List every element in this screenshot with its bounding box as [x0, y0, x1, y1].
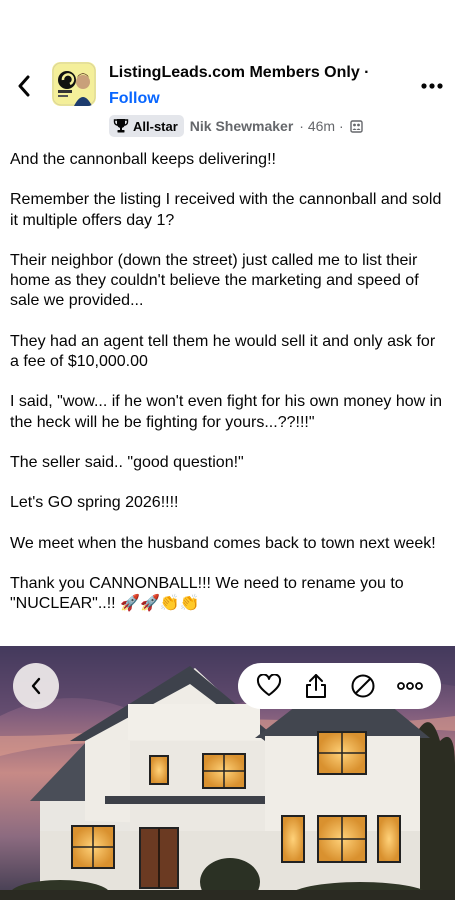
block-button[interactable] [347, 670, 379, 702]
all-star-badge[interactable]: All-star [109, 115, 184, 137]
post-paragraph: The seller said.. "good question!" [10, 453, 244, 471]
photo-back-button[interactable] [13, 663, 59, 709]
post-paragraph: Let's GO spring 2026!!!! [10, 494, 179, 512]
like-button[interactable] [253, 670, 285, 702]
chevron-left-icon [31, 677, 41, 695]
group-audience-icon [349, 119, 363, 133]
author-name[interactable]: Nik Shewmaker [190, 118, 294, 134]
group-logo-image [52, 62, 96, 106]
follow-button[interactable]: Follow [109, 90, 160, 108]
badge-label: All-star [133, 118, 178, 134]
post-paragraph: Remember the listing I received with the… [10, 191, 446, 229]
group-name[interactable]: ListingLeads.com Members Only · [109, 64, 370, 82]
post-paragraph: Thank you CANNONBALL!!! We need to renam… [10, 575, 409, 613]
post-paragraph: We meet when the husband comes back to t… [10, 534, 436, 552]
more-options-button[interactable] [418, 76, 446, 96]
post-meta: All-star Nik Shewmaker · 46m · [109, 115, 363, 137]
post-photo[interactable] [0, 646, 455, 900]
more-dots-icon [421, 83, 443, 89]
chevron-left-icon [18, 75, 30, 97]
post-paragraph: I said, "wow... if he won't even fight f… [10, 393, 447, 431]
trophy-icon [113, 119, 129, 133]
block-icon [351, 674, 375, 698]
post-paragraph: They had an agent tell them he would sel… [10, 332, 440, 370]
share-icon [306, 674, 327, 698]
post-body: And the cannonball keeps delivering!! Re… [10, 150, 448, 635]
more-dots-icon [396, 682, 423, 690]
photo-more-button[interactable] [394, 670, 426, 702]
group-avatar[interactable] [52, 62, 96, 106]
back-button[interactable] [10, 72, 38, 100]
share-button[interactable] [300, 670, 332, 702]
heart-icon [257, 674, 282, 696]
post-paragraph: Their neighbor (down the street) just ca… [10, 251, 424, 310]
post-time[interactable]: · 46m · [299, 118, 343, 134]
post-paragraph: And the cannonball keeps delivering!! [10, 151, 276, 168]
photo-action-bar [238, 663, 441, 709]
